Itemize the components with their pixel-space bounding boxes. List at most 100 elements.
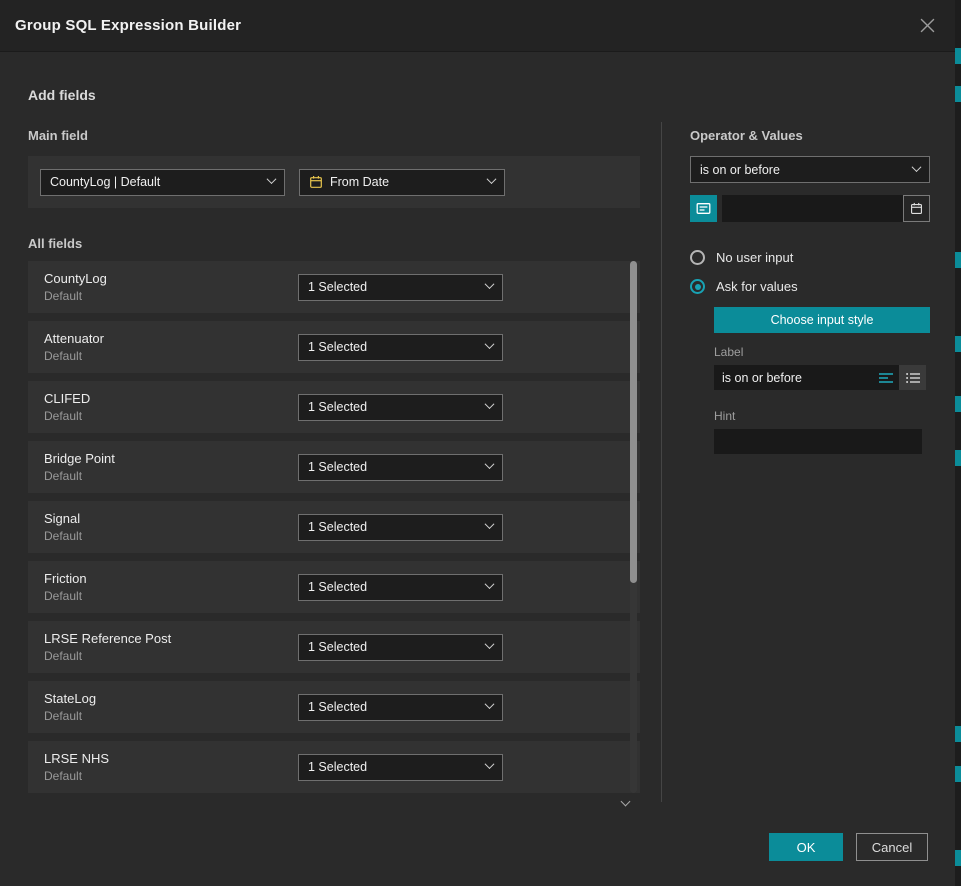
field-info: CLIFED Default <box>44 391 298 423</box>
field-name: Friction <box>44 571 298 586</box>
chevron-down-icon <box>485 339 495 349</box>
field-selection-select[interactable]: 1 Selected <box>298 334 503 361</box>
dialog-footer: OK Cancel <box>769 833 928 861</box>
field-subtitle: Default <box>44 409 298 423</box>
field-subtitle: Default <box>44 709 298 723</box>
selection-value: 1 Selected <box>308 760 476 774</box>
field-name: CountyLog <box>44 271 298 286</box>
radio-label: No user input <box>716 250 793 265</box>
field-row-countylog: CountyLog Default 1 Selected <box>28 261 640 313</box>
label-input-row <box>714 365 930 390</box>
column-divider <box>661 122 662 802</box>
list-scrollbar[interactable] <box>630 261 637 793</box>
field-subtitle: Default <box>44 769 298 783</box>
dialog-header: Group SQL Expression Builder <box>0 0 955 52</box>
chevron-down-icon <box>485 279 495 289</box>
edge-accent-mark <box>955 336 961 352</box>
close-button[interactable] <box>920 18 935 33</box>
chevron-down-icon <box>485 399 495 409</box>
selection-value: 1 Selected <box>308 640 476 654</box>
selection-value: 1 Selected <box>308 460 476 474</box>
field-select-content: From Date <box>309 175 478 189</box>
bulleted-list-icon <box>906 372 920 384</box>
list-box-icon <box>696 201 711 216</box>
field-name: Bridge Point <box>44 451 298 466</box>
value-input[interactable] <box>722 195 903 222</box>
field-selection-select[interactable]: 1 Selected <box>298 394 503 421</box>
chevron-down-icon <box>912 162 922 172</box>
cancel-button[interactable]: Cancel <box>856 833 928 861</box>
choose-input-style-button[interactable]: Choose input style <box>714 307 930 333</box>
close-icon <box>920 18 935 33</box>
background-app-edge <box>955 0 961 886</box>
scrollbar-thumb[interactable] <box>630 261 637 583</box>
value-input-wrap <box>722 195 930 222</box>
radio-unselected-icon <box>690 250 705 265</box>
chevron-down-icon <box>487 174 497 184</box>
selected-field-value: From Date <box>330 175 389 189</box>
edge-accent-mark <box>955 850 961 866</box>
align-left-icon <box>879 372 893 384</box>
field-row-statelog: StateLog Default 1 Selected <box>28 681 640 733</box>
chevron-down-icon <box>485 519 495 529</box>
field-info: Attenuator Default <box>44 331 298 363</box>
field-name: CLIFED <box>44 391 298 406</box>
field-selection-select[interactable]: 1 Selected <box>298 634 503 661</box>
ok-button[interactable]: OK <box>769 833 843 861</box>
field-name: LRSE Reference Post <box>44 631 298 646</box>
field-subtitle: Default <box>44 589 298 603</box>
field-info: LRSE NHS Default <box>44 751 298 783</box>
date-field-icon <box>309 175 323 189</box>
selection-value: 1 Selected <box>308 340 476 354</box>
main-field-label: Main field <box>28 128 640 143</box>
field-row-clifed: CLIFED Default 1 Selected <box>28 381 640 433</box>
field-info: CountyLog Default <box>44 271 298 303</box>
field-selection-select[interactable]: 1 Selected <box>298 754 503 781</box>
field-row-friction: Friction Default 1 Selected <box>28 561 640 613</box>
all-fields-list: CountyLog Default 1 Selected Attenuator … <box>28 261 640 793</box>
selection-value: 1 Selected <box>308 700 476 714</box>
edge-accent-mark <box>955 48 961 64</box>
edge-accent-mark <box>955 396 961 412</box>
chevron-down-icon <box>485 639 495 649</box>
field-info: Bridge Point Default <box>44 451 298 483</box>
selection-value: 1 Selected <box>308 280 476 294</box>
operator-values-panel: Operator & Values is on or before No use… <box>690 128 930 454</box>
hint-field-label: Hint <box>714 409 930 423</box>
value-source-button[interactable] <box>690 195 717 222</box>
field-info: Signal Default <box>44 511 298 543</box>
chevron-down-icon <box>485 699 495 709</box>
field-name: Attenuator <box>44 331 298 346</box>
selection-value: 1 Selected <box>308 580 476 594</box>
main-field-field-select[interactable]: From Date <box>299 169 505 196</box>
label-field-label: Label <box>714 345 930 359</box>
field-selection-select[interactable]: 1 Selected <box>298 454 503 481</box>
all-fields-label: All fields <box>28 236 640 251</box>
field-info: LRSE Reference Post Default <box>44 631 298 663</box>
add-fields-heading: Add fields <box>28 87 96 103</box>
main-field-row: CountyLog | Default From Date <box>28 156 640 208</box>
field-name: Signal <box>44 511 298 526</box>
field-subtitle: Default <box>44 469 298 483</box>
hint-input[interactable] <box>714 429 922 454</box>
chevron-down-icon <box>267 174 277 184</box>
field-name: StateLog <box>44 691 298 706</box>
operator-select[interactable]: is on or before <box>690 156 930 183</box>
radio-no-user-input[interactable]: No user input <box>690 243 930 272</box>
field-selection-select[interactable]: 1 Selected <box>298 694 503 721</box>
value-input-row <box>690 195 930 222</box>
radio-ask-for-values[interactable]: Ask for values <box>690 272 930 301</box>
date-picker-button[interactable] <box>903 195 930 222</box>
text-align-style-button[interactable] <box>872 365 899 390</box>
selection-value: 1 Selected <box>308 520 476 534</box>
field-selection-select[interactable]: 1 Selected <box>298 574 503 601</box>
field-subtitle: Default <box>44 349 298 363</box>
field-selection-select[interactable]: 1 Selected <box>298 274 503 301</box>
label-input[interactable] <box>714 365 872 390</box>
input-mode-radio-group: No user input Ask for values <box>690 243 930 301</box>
field-subtitle: Default <box>44 529 298 543</box>
main-field-layer-select[interactable]: CountyLog | Default <box>40 169 285 196</box>
field-selection-select[interactable]: 1 Selected <box>298 514 503 541</box>
field-subtitle: Default <box>44 289 298 303</box>
list-style-button[interactable] <box>899 365 926 390</box>
